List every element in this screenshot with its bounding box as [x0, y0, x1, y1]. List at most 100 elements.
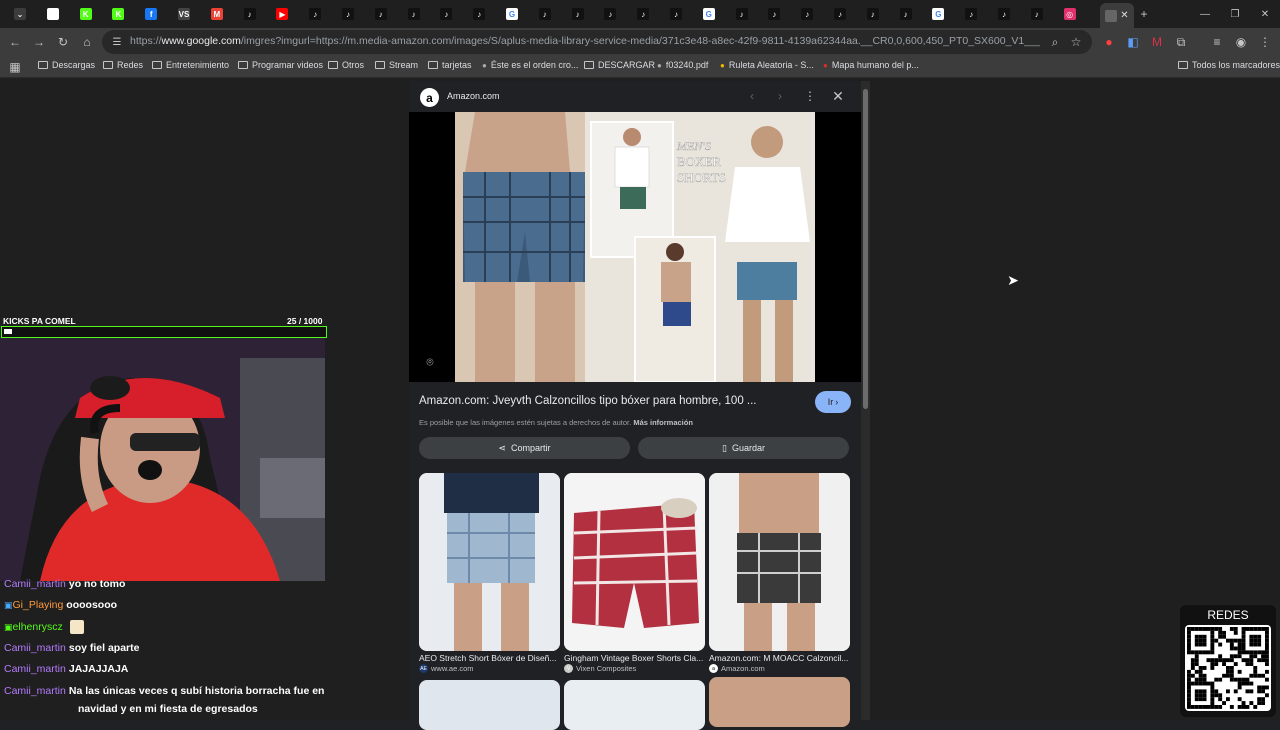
related-image[interactable] [709, 473, 850, 651]
tab-tiktok[interactable]: ♪ [365, 5, 397, 23]
tab-google[interactable]: G [693, 5, 725, 23]
tab-tiktok[interactable]: ♪ [299, 5, 331, 23]
related-image[interactable] [564, 473, 705, 651]
tab-close-icon[interactable]: ✕ [1120, 10, 1128, 21]
lens-search-icon[interactable]: ⌾ [421, 353, 439, 371]
related-title[interactable]: AEO Stretch Short Bóxer de Diseñ... [419, 653, 560, 663]
chat-username[interactable]: Camii_martin [4, 663, 66, 675]
chat-username[interactable]: elhenryscz [13, 621, 63, 633]
tab-facebook[interactable]: f [135, 5, 167, 23]
related-image[interactable] [419, 680, 560, 730]
star-icon[interactable]: ☆ [1067, 33, 1085, 51]
scroll-thumb[interactable] [863, 89, 868, 409]
tab-tiktok[interactable]: ♪ [988, 5, 1020, 23]
tab-tiktok[interactable]: ♪ [463, 5, 495, 23]
tab-tiktok[interactable]: ♪ [594, 5, 626, 23]
url-text[interactable]: https://www.google.com/imgres?imgurl=htt… [130, 35, 1040, 47]
tab-tiktok[interactable]: ♪ [890, 5, 922, 23]
tab-tiktok[interactable]: ♪ [234, 5, 266, 23]
zoom-icon[interactable]: ⌕ [1046, 33, 1064, 51]
translate-icon[interactable]: ◧ [1124, 33, 1142, 51]
tab-google[interactable]: G [922, 5, 954, 23]
tab-tiktok[interactable]: ♪ [758, 5, 790, 23]
all-bookmarks[interactable]: Todos los marcadores [1178, 60, 1280, 70]
profile-icon[interactable]: ◉ [1232, 33, 1250, 51]
home-icon[interactable]: ⌂ [78, 33, 96, 51]
next-arrow-icon[interactable]: › [771, 87, 789, 105]
tab-tiktok[interactable]: ♪ [627, 5, 659, 23]
media-icon[interactable]: ≡ [1208, 33, 1226, 51]
tab-tiktok[interactable]: ♪ [529, 5, 561, 23]
prev-arrow-icon[interactable]: ‹ [743, 87, 761, 105]
tab-kick[interactable]: K [102, 5, 134, 23]
bookmark-item[interactable]: Entretenimiento [152, 60, 229, 70]
tab-tiktok[interactable]: ♪ [398, 5, 430, 23]
menu-icon[interactable]: ⋮ [1256, 33, 1274, 51]
bookmark-item[interactable]: ● Ruleta Aleatoria - S... [720, 60, 814, 70]
tab-shield[interactable] [37, 5, 69, 23]
bookmark-item[interactable]: ● f03240.pdf [657, 60, 708, 70]
bookmark-item[interactable]: ● Mapa humano del p... [823, 60, 919, 70]
apps-icon[interactable]: ▦ [6, 58, 24, 76]
bookmark-item[interactable]: tarjetas [428, 60, 472, 70]
related-image[interactable] [564, 680, 705, 730]
bookmark-item[interactable]: Redes [103, 60, 143, 70]
tab-tab-menu[interactable]: ⌄ [4, 5, 36, 23]
result-title[interactable]: Amazon.com: Jveyvth Calzoncillos tipo bó… [419, 395, 757, 407]
chat-username[interactable]: Camii_martin [4, 685, 66, 697]
window-close-icon[interactable]: ✕ [1256, 5, 1274, 23]
tab-tiktok[interactable]: ♪ [562, 5, 594, 23]
more-info-link[interactable]: Más información [633, 418, 693, 427]
tab-tiktok[interactable]: ♪ [857, 5, 889, 23]
main-image[interactable]: MEN'S BOXER SHORTS ⌾ [409, 112, 861, 382]
bookmark-item[interactable]: Stream [375, 60, 418, 70]
chat-username[interactable]: Camii_martin [4, 642, 66, 654]
minimize-icon[interactable]: — [1196, 5, 1214, 23]
amazon-logo-icon[interactable]: a [420, 88, 439, 107]
related-image[interactable] [419, 473, 560, 651]
tab-google[interactable]: G [496, 5, 528, 23]
site-info-icon[interactable]: ☰ [108, 33, 126, 51]
tab-active[interactable]: ✕ [1100, 3, 1134, 28]
back-icon[interactable]: ← [6, 33, 24, 51]
extensions-icon[interactable]: ⧉ [1172, 33, 1190, 51]
new-tab-icon[interactable]: + [1135, 5, 1153, 23]
panel-scrollbar[interactable] [861, 81, 870, 720]
tab-kick[interactable]: K [70, 5, 102, 23]
extension-m-icon[interactable]: M [1148, 33, 1166, 51]
visit-button[interactable]: Ir › [815, 391, 851, 413]
tab-tiktok[interactable]: ♪ [824, 5, 856, 23]
tab-instagram[interactable]: ◎ [1054, 5, 1086, 23]
restore-icon[interactable]: ❐ [1226, 5, 1244, 23]
chat-username[interactable]: Camii_martin [4, 578, 66, 590]
tab-tiktok[interactable]: ♪ [955, 5, 987, 23]
related-title[interactable]: Amazon.com: M MOACC Calzoncil... [709, 653, 850, 663]
tab-tiktok[interactable]: ♪ [332, 5, 364, 23]
related-title[interactable]: Gingham Vintage Boxer Shorts Cla... [564, 653, 705, 663]
tab-tiktok[interactable]: ♪ [1021, 5, 1053, 23]
close-icon[interactable]: ✕ [829, 87, 847, 105]
related-source[interactable]: AE www.ae.com [419, 664, 474, 673]
tab-tiktok[interactable]: ♪ [430, 5, 462, 23]
address-bar[interactable]: ☰ https://www.google.com/imgres?imgurl=h… [102, 30, 1092, 54]
bookmark-item[interactable]: DESCARGAR [584, 60, 655, 70]
bookmark-item[interactable]: Descargas [38, 60, 95, 70]
source-name[interactable]: Amazon.com [447, 91, 500, 101]
more-options-icon[interactable]: ⋮ [801, 87, 819, 105]
bookmark-item[interactable]: Programar videos [238, 60, 323, 70]
related-source[interactable]: a Amazon.com [709, 664, 765, 673]
chat-username[interactable]: Gi_Playing [13, 599, 64, 611]
tab-tiktok[interactable]: ♪ [726, 5, 758, 23]
related-source[interactable]: V Vixen Composites [564, 664, 636, 673]
tab-gmail[interactable]: M [201, 5, 233, 23]
forward-icon[interactable]: → [30, 33, 48, 51]
tab-vs[interactable]: VS [168, 5, 200, 23]
tab-tiktok[interactable]: ♪ [791, 5, 823, 23]
share-button[interactable]: ⋖ Compartir [419, 437, 630, 459]
tab-youtube[interactable]: ▶ [266, 5, 298, 23]
bookmark-item[interactable]: ● Éste es el orden cro... [482, 60, 578, 70]
tab-tiktok[interactable]: ♪ [660, 5, 692, 23]
save-button[interactable]: ▯ Guardar [638, 437, 849, 459]
bookmark-item[interactable]: Otros [328, 60, 364, 70]
extension-red-icon[interactable]: ● [1100, 33, 1118, 51]
